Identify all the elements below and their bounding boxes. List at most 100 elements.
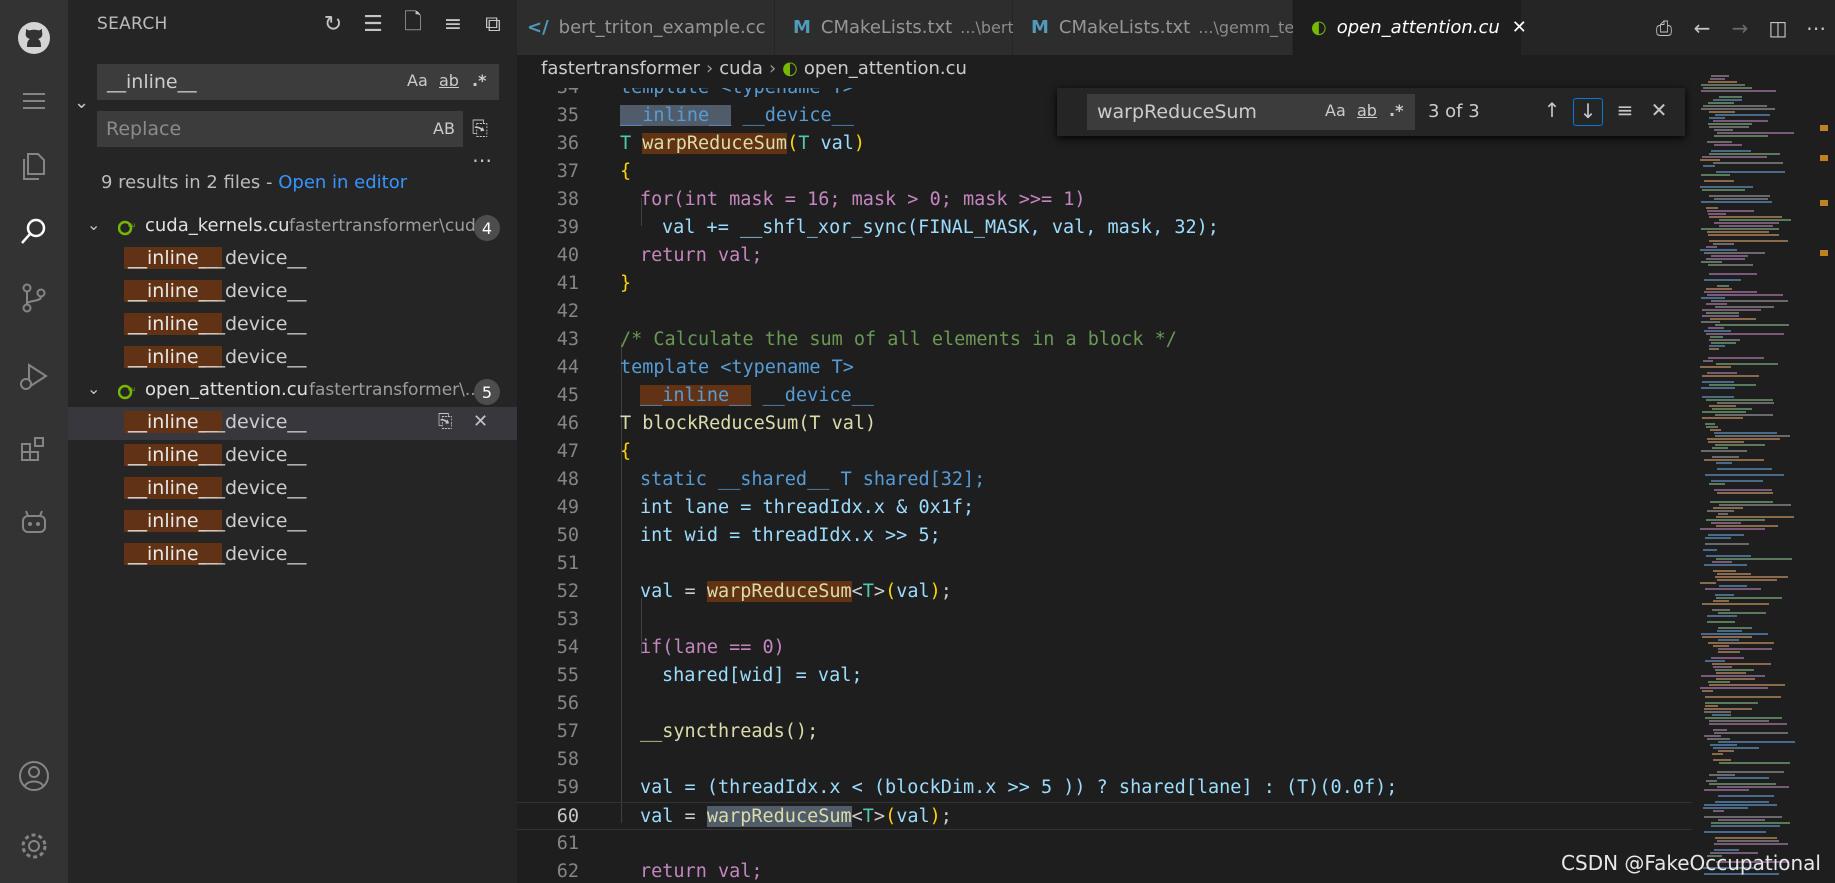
minimap-line bbox=[1713, 600, 1729, 602]
minimap-line bbox=[1715, 594, 1734, 596]
match-row[interactable]: __inline__ __device__ bbox=[68, 309, 517, 342]
match-case-icon[interactable]: Aa bbox=[407, 71, 428, 90]
github-icon[interactable] bbox=[0, 12, 68, 64]
tab-cmakelists-bert[interactable]: M CMakeLists.txt ...\bert bbox=[775, 0, 1014, 55]
match-context: __device__ bbox=[206, 346, 307, 368]
minimap-line bbox=[1712, 714, 1731, 716]
extensions-icon[interactable] bbox=[0, 424, 68, 476]
match-context: __device__ bbox=[206, 477, 307, 499]
breadcrumb-item[interactable]: cuda bbox=[719, 58, 763, 79]
preserve-case-icon[interactable]: AB bbox=[433, 119, 455, 138]
minimap-line bbox=[1709, 720, 1769, 722]
code-line: 45 __inline__ __device__ bbox=[556, 385, 874, 406]
use-regex-icon[interactable]: .* bbox=[472, 71, 486, 90]
minimap-line bbox=[1705, 423, 1715, 425]
more-options-icon[interactable]: ⋯ bbox=[472, 148, 492, 172]
match-row[interactable]: __inline__ __device__ bbox=[68, 539, 517, 572]
more-actions-icon[interactable]: ⋯ bbox=[1797, 16, 1835, 40]
code-line: 56 bbox=[556, 693, 579, 714]
use-regex-icon[interactable]: .* bbox=[1389, 101, 1403, 120]
match-row[interactable]: __inline__ __device__ bbox=[68, 243, 517, 276]
minimap-line bbox=[1708, 642, 1774, 644]
account-icon[interactable] bbox=[0, 750, 68, 802]
editor-tab-bar: </bert_triton_example.cc M CMakeLists.txt… bbox=[517, 0, 1835, 55]
minimap-line bbox=[1701, 261, 1722, 263]
minimap-line bbox=[1713, 507, 1743, 509]
code-line: 50 int wid = threadIdx.x >> 5; bbox=[556, 525, 941, 546]
menu-icon[interactable] bbox=[0, 75, 68, 127]
minimap-line bbox=[1718, 627, 1752, 629]
minimap-line bbox=[1705, 696, 1781, 698]
minimap-line bbox=[1709, 216, 1782, 218]
run-debug-icon[interactable] bbox=[0, 350, 68, 402]
cmake-file-icon: M bbox=[1031, 17, 1049, 38]
minimap[interactable] bbox=[1692, 55, 1835, 883]
result-file-row[interactable]: ⌄ cu cuda_kernels.cu fastertransformer\c… bbox=[68, 211, 517, 243]
minimap-line bbox=[1701, 450, 1747, 452]
breadcrumb: fastertransformer › cuda › ◐ open_attention.c… bbox=[541, 58, 967, 79]
minimap-line bbox=[1706, 246, 1717, 248]
minimap-line bbox=[1716, 363, 1778, 365]
tab-open-attention[interactable]: ◐ open_attention.cu ✕ bbox=[1293, 0, 1527, 55]
match-row[interactable]: __inline__ __device__ bbox=[68, 342, 517, 375]
dismiss-icon[interactable]: ✕ bbox=[473, 411, 488, 432]
match-whole-word-icon[interactable]: ab bbox=[1357, 101, 1377, 120]
clear-results-icon[interactable]: ☰ bbox=[359, 10, 387, 38]
minimap-line bbox=[1719, 219, 1791, 221]
match-row[interactable]: __inline__ __device__ bbox=[68, 440, 517, 473]
svg-text:cu: cu bbox=[128, 222, 135, 229]
tab-bert-triton-example[interactable]: </bert_triton_example.cc bbox=[517, 0, 775, 55]
refresh-icon[interactable]: ↻ bbox=[319, 10, 347, 38]
breadcrumb-item[interactable]: open_attention.cu bbox=[804, 58, 967, 79]
search-icon[interactable] bbox=[0, 206, 68, 258]
search-sidebar: SEARCH ↻ ☰ 🗋 ≡ ⧉ ⌄ __inline__ Aa ab .* R… bbox=[68, 0, 517, 883]
match-row[interactable]: __inline__ __device__ bbox=[68, 276, 517, 309]
go-back-icon[interactable]: ← bbox=[1683, 16, 1721, 40]
replace-input[interactable]: Replace AB bbox=[97, 111, 463, 147]
chevron-down-icon[interactable]: ⌄ bbox=[87, 379, 100, 398]
source-control-icon[interactable] bbox=[0, 272, 68, 324]
toggle-replace-chevron-icon[interactable]: ⌄ bbox=[74, 92, 89, 113]
code-line: 48 static __shared__ T shared[32]; bbox=[556, 469, 986, 490]
match-row[interactable]: __inline__ __device__ bbox=[68, 473, 517, 506]
settings-gear-icon[interactable] bbox=[0, 820, 68, 872]
minimap-line bbox=[1706, 519, 1765, 521]
match-whole-word-icon[interactable]: ab bbox=[439, 71, 459, 90]
chevron-down-icon[interactable]: ⌄ bbox=[87, 215, 100, 234]
split-editor-icon[interactable]: ◫ bbox=[1759, 16, 1797, 40]
breadcrumb-item[interactable]: fastertransformer bbox=[541, 58, 700, 79]
minimap-line bbox=[1702, 417, 1743, 419]
vertical-scrollbar[interactable] bbox=[1818, 55, 1835, 883]
code-line: 57 __syncthreads(); bbox=[556, 721, 819, 742]
match-row-selected[interactable]: __inline__ __device__ ⎘ ✕ bbox=[68, 407, 517, 440]
go-forward-icon[interactable]: → bbox=[1721, 16, 1759, 40]
minimap-line bbox=[1711, 522, 1741, 524]
result-file-row[interactable]: ⌄ cu open_attention.cu fastertransformer… bbox=[68, 375, 517, 407]
minimap-line bbox=[1706, 780, 1717, 782]
match-row[interactable]: __inline__ __device__ bbox=[68, 506, 517, 539]
open-in-editor-link[interactable]: Open in editor bbox=[278, 172, 407, 193]
minimap-line bbox=[1701, 675, 1765, 677]
previous-match-icon[interactable]: ↑ bbox=[1537, 98, 1567, 126]
minimap-line bbox=[1707, 438, 1780, 440]
open-changes-icon[interactable]: ⎙ bbox=[1645, 16, 1683, 40]
minimap-line bbox=[1713, 243, 1734, 245]
replace-all-icon[interactable]: ⎘ bbox=[472, 116, 488, 140]
match-case-icon[interactable]: Aa bbox=[1325, 101, 1346, 120]
minimap-line bbox=[1707, 231, 1769, 233]
new-search-editor-icon[interactable]: 🗋 bbox=[399, 10, 427, 38]
code-editor[interactable]: 34template <typename T> 35__inline__ __d… bbox=[517, 88, 1692, 883]
next-match-icon[interactable]: ↓ bbox=[1573, 98, 1603, 126]
explorer-icon[interactable] bbox=[0, 140, 68, 192]
close-find-icon[interactable]: ✕ bbox=[1644, 98, 1674, 126]
copilot-icon[interactable] bbox=[0, 496, 68, 548]
tab-cmakelists-gemm-test[interactable]: M CMakeLists.txt ...\gemm_test bbox=[1013, 0, 1309, 55]
close-tab-icon[interactable]: ✕ bbox=[1512, 17, 1527, 38]
view-as-tree-icon[interactable]: ≡ bbox=[439, 10, 467, 38]
find-in-selection-icon[interactable]: ≡ bbox=[1610, 98, 1640, 126]
search-input[interactable]: __inline__ Aa ab .* bbox=[97, 64, 499, 100]
find-input[interactable]: warpReduceSum Aa ab .* bbox=[1087, 94, 1415, 130]
match-context: __device__ bbox=[206, 543, 307, 565]
collapse-all-icon[interactable]: ⧉ bbox=[479, 10, 507, 38]
replace-match-icon[interactable]: ⎘ bbox=[438, 411, 452, 432]
